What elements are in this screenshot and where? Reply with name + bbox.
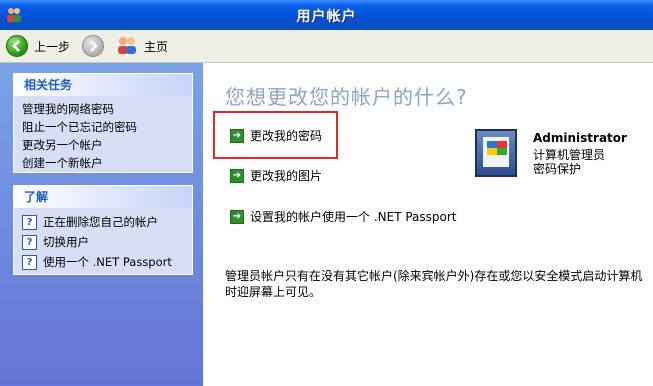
home-users-icon [116, 35, 138, 58]
learn-box: 了解 ? 正在删除您自己的帐户 ? 切换用户 ? 使用一个 .NET Passp… [13, 185, 193, 275]
learn-link-label: 使用一个 .NET Passport [43, 255, 172, 269]
task-link-prevent-forgotten[interactable]: 阻止一个已忘记的密码 [22, 118, 192, 136]
forward-arrow-icon [82, 35, 104, 57]
account-picture [475, 129, 517, 177]
back-label: 上一步 [34, 39, 71, 54]
task-label: 更改我的密码 [250, 129, 323, 143]
home-button[interactable]: 主页 [116, 33, 168, 59]
task-link-create-account[interactable]: 创建一个新帐户 [22, 154, 192, 172]
arrow-right-icon: ➜ [230, 209, 244, 224]
title-bar: 用户帐户 [0, 0, 653, 30]
arrow-right-icon: ➜ [230, 168, 244, 183]
learn-header: 了解 [14, 186, 192, 208]
arrow-right-icon: ➜ [230, 128, 244, 143]
left-pane: 相关任务 管理我的网络密码 阻止一个已忘记的密码 更改另一个帐户 创建一个新帐户… [0, 63, 203, 386]
task-link-manage-passwords[interactable]: 管理我的网络密码 [22, 100, 192, 118]
related-tasks-box: 相关任务 管理我的网络密码 阻止一个已忘记的密码 更改另一个帐户 创建一个新帐户 [13, 73, 193, 173]
help-icon: ? [22, 254, 37, 270]
task-label: 设置我的帐户使用一个 .NET Passport [250, 210, 457, 224]
forward-button[interactable] [82, 33, 104, 59]
admin-note: 管理员帐户只有在没有其它帐户(除来宾帐户外)存在或您以安全模式启动计算机时迎屏幕… [225, 269, 643, 299]
learn-link-switch-user[interactable]: ? 切换用户 [22, 232, 192, 252]
learn-link-label: 正在删除您自己的帐户 [43, 215, 158, 229]
task-link-change-another[interactable]: 更改另一个帐户 [22, 136, 192, 154]
window-title: 用户帐户 [296, 9, 357, 25]
main-content: 您想更改您的帐户的什么? ➜ 更改我的密码 ➜ 更改我的图片 ➜ 设置我的帐户使… [203, 63, 653, 386]
toolbar: 上一步 主页 [0, 30, 653, 63]
related-tasks-header: 相关任务 [14, 74, 192, 96]
learn-link-delete-account[interactable]: ? 正在删除您自己的帐户 [22, 212, 192, 232]
change-password-link[interactable]: ➜ 更改我的密码 [230, 127, 322, 144]
windows-logo-icon [487, 141, 507, 155]
page-heading: 您想更改您的帐户的什么? [225, 85, 468, 109]
account-name: Administrator [533, 131, 627, 145]
help-icon: ? [22, 234, 37, 250]
learn-link-label: 切换用户 [43, 235, 89, 249]
help-icon: ? [22, 214, 37, 230]
account-status: 密码保护 [533, 162, 582, 176]
home-label: 主页 [144, 39, 169, 54]
task-label: 更改我的图片 [250, 169, 323, 183]
back-arrow-icon [6, 35, 28, 57]
change-picture-link[interactable]: ➜ 更改我的图片 [230, 167, 322, 184]
learn-link-passport[interactable]: ? 使用一个 .NET Passport [22, 252, 192, 272]
set-passport-link[interactable]: ➜ 设置我的帐户使用一个 .NET Passport [230, 208, 457, 225]
back-button[interactable]: 上一步 [6, 33, 70, 59]
